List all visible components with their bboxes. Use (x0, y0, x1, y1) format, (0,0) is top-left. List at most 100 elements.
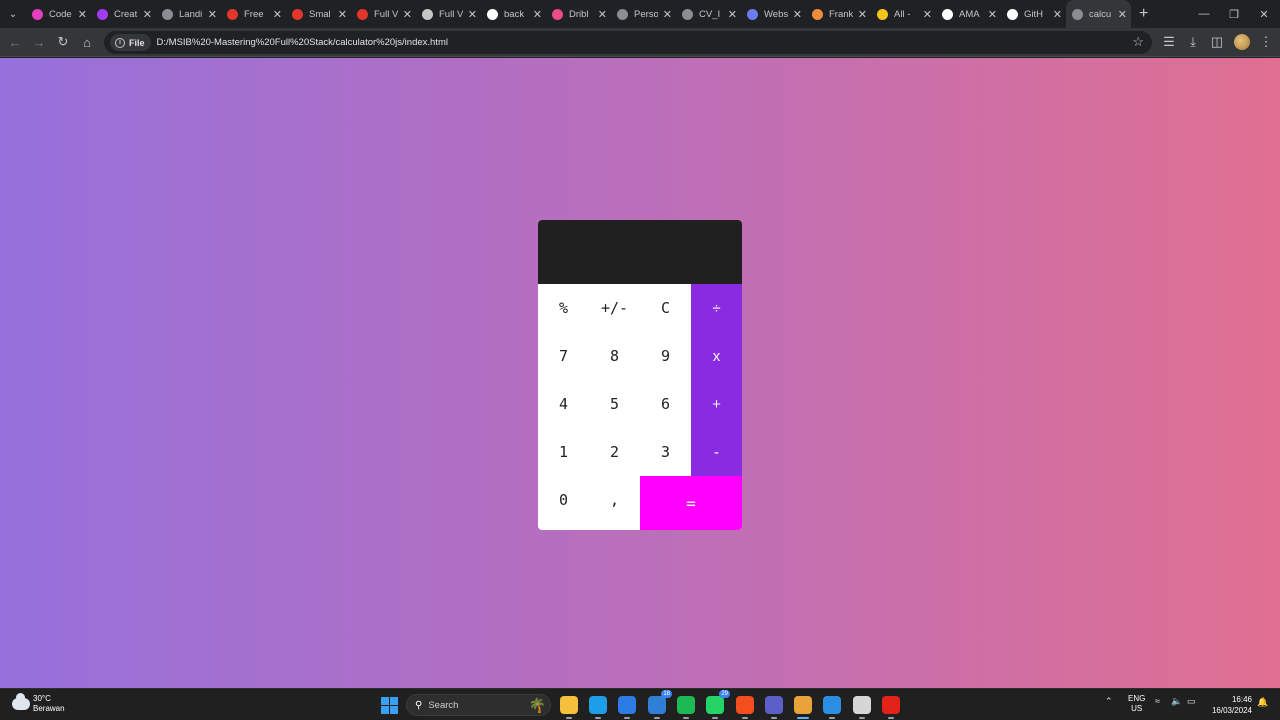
clear-key[interactable]: C (640, 284, 691, 332)
file-explorer-icon[interactable] (560, 696, 578, 719)
wifi-icon[interactable]: ≈ (1155, 696, 1160, 706)
address-bar[interactable]: i File D:/MSIB%20-Mastering%20Full%20Sta… (104, 31, 1152, 54)
info-icon: i (115, 37, 125, 48)
tab-close-icon[interactable]: ✕ (598, 8, 607, 21)
tab-close-icon[interactable]: ✕ (793, 8, 802, 21)
multiply-key[interactable]: x (691, 332, 742, 380)
browser-tab[interactable]: Webs ✕ (741, 0, 806, 28)
messenger-icon (97, 8, 108, 20)
percent-key[interactable]: % (538, 284, 589, 332)
digit-6-key[interactable]: 6 (640, 380, 691, 428)
equals-key[interactable]: = (640, 476, 742, 530)
search-icon: ⚲ (415, 699, 423, 711)
bookmark-star-icon[interactable]: ☆ (1132, 34, 1144, 50)
close-window-icon[interactable]: ✕ (1248, 0, 1280, 28)
media-player-icon[interactable] (853, 696, 871, 719)
kebab-menu-icon[interactable]: ⋮ (1256, 32, 1276, 52)
media-playlist-icon[interactable]: ☰ (1159, 32, 1179, 52)
weather-widget[interactable]: 30°C Berawan (12, 693, 65, 714)
tab-close-icon[interactable]: ✕ (208, 8, 217, 21)
reload-icon[interactable]: ↻ (53, 32, 73, 52)
tab-close-icon[interactable]: ✕ (1118, 8, 1127, 21)
minimize-window-icon[interactable]: — (1188, 0, 1220, 28)
system-clock[interactable]: 16:46 16/03/2024 (1212, 694, 1252, 716)
spotify-icon[interactable] (677, 696, 695, 719)
back-arrow-icon[interactable]: ← (5, 32, 25, 52)
tab-title: Creat (114, 8, 138, 20)
divide-key[interactable]: ÷ (691, 284, 742, 332)
tab-search-chevron-icon[interactable]: ⌄ (0, 0, 26, 28)
battery-icon[interactable]: ▭ (1187, 696, 1196, 707)
browser-tab[interactable]: Full V ✕ (416, 0, 481, 28)
running-indicator (771, 717, 777, 719)
home-icon[interactable]: ⌂ (77, 32, 97, 52)
notification-bell-icon[interactable]: 🔔 (1257, 697, 1268, 708)
new-tab-button[interactable]: + (1139, 5, 1155, 23)
vscode-icon[interactable] (823, 696, 841, 719)
digit-2-key[interactable]: 2 (589, 428, 640, 476)
tab-title: Smal (309, 8, 331, 20)
digit-8-key[interactable]: 8 (589, 332, 640, 380)
browser-tab[interactable]: Perso ✕ (611, 0, 676, 28)
edge-icon[interactable] (589, 696, 607, 719)
tab-close-icon[interactable]: ✕ (533, 8, 542, 21)
browser-tab[interactable]: Free ✕ (221, 0, 286, 28)
tab-close-icon[interactable]: ✕ (468, 8, 477, 21)
tab-close-icon[interactable]: ✕ (403, 8, 412, 21)
forward-arrow-icon[interactable]: → (29, 32, 49, 52)
acrobat-icon[interactable] (882, 696, 900, 719)
site-info-chip[interactable]: i File (110, 34, 151, 51)
restore-window-icon[interactable]: ❐ (1218, 0, 1250, 28)
chevron-up-icon[interactable]: ⌃ (1105, 696, 1113, 707)
taskbar-search[interactable]: ⚲ Search 🌴 (406, 694, 551, 716)
digit-3-key[interactable]: 3 (640, 428, 691, 476)
browser-tab[interactable]: calcu ✕ (1066, 0, 1131, 28)
browser-tab[interactable]: All - ✕ (871, 0, 936, 28)
tab-close-icon[interactable]: ✕ (273, 8, 282, 21)
tab-close-icon[interactable]: ✕ (143, 8, 152, 21)
browser-tab[interactable]: Full V ✕ (351, 0, 416, 28)
browser-tab[interactable]: Dribl ✕ (546, 0, 611, 28)
store-icon[interactable] (618, 696, 636, 719)
browser-tab[interactable]: GitH ✕ (1001, 0, 1066, 28)
profile-avatar[interactable] (1234, 34, 1250, 50)
digit-7-key[interactable]: 7 (538, 332, 589, 380)
browser-tab[interactable]: Smal ✕ (286, 0, 351, 28)
mail-icon[interactable]: 18 (648, 690, 672, 719)
tab-close-icon[interactable]: ✕ (338, 8, 347, 21)
tab-close-icon[interactable]: ✕ (728, 8, 737, 21)
tab-close-icon[interactable]: ✕ (923, 8, 932, 21)
teams-icon[interactable] (765, 696, 783, 719)
tab-close-icon[interactable]: ✕ (858, 8, 867, 21)
digit-5-key[interactable]: 5 (589, 380, 640, 428)
tab-close-icon[interactable]: ✕ (1053, 8, 1062, 21)
digit-0-key[interactable]: 0 (538, 476, 589, 524)
browser-tab[interactable]: Landi ✕ (156, 0, 221, 28)
url-text[interactable]: D:/MSIB%20-Mastering%20Full%20Stack/calc… (157, 37, 448, 48)
comma-key[interactable]: , (589, 476, 640, 524)
windows-start-icon[interactable] (381, 697, 398, 714)
side-panel-icon[interactable]: ◫ (1207, 32, 1227, 52)
browser-tab[interactable]: AMA ✕ (936, 0, 1001, 28)
browser-tab[interactable]: Frank ✕ (806, 0, 871, 28)
tab-close-icon[interactable]: ✕ (988, 8, 997, 21)
chrome-icon[interactable] (794, 696, 812, 719)
subtract-key[interactable]: - (691, 428, 742, 476)
browser-tab[interactable]: back ✕ (481, 0, 546, 28)
language-indicator[interactable]: ENG US (1128, 694, 1145, 714)
browser-tab[interactable]: CV_I ✕ (676, 0, 741, 28)
browser-tab[interactable]: Creat ✕ (91, 0, 156, 28)
add-key[interactable]: + (691, 380, 742, 428)
browser-tab[interactable]: Code ✕ (26, 0, 91, 28)
digit-9-key[interactable]: 9 (640, 332, 691, 380)
speaker-icon[interactable]: 🔈 (1171, 696, 1182, 707)
digit-1-key[interactable]: 1 (538, 428, 589, 476)
tab-close-icon[interactable]: ✕ (78, 8, 87, 21)
globe-icon (162, 8, 173, 20)
digit-4-key[interactable]: 4 (538, 380, 589, 428)
whatsapp-icon[interactable]: 29 (706, 690, 730, 719)
toggle-sign-key[interactable]: +/- (589, 284, 640, 332)
figma-icon[interactable] (736, 696, 754, 719)
download-icon[interactable]: ⤓ (1183, 32, 1203, 52)
tab-close-icon[interactable]: ✕ (663, 8, 672, 21)
